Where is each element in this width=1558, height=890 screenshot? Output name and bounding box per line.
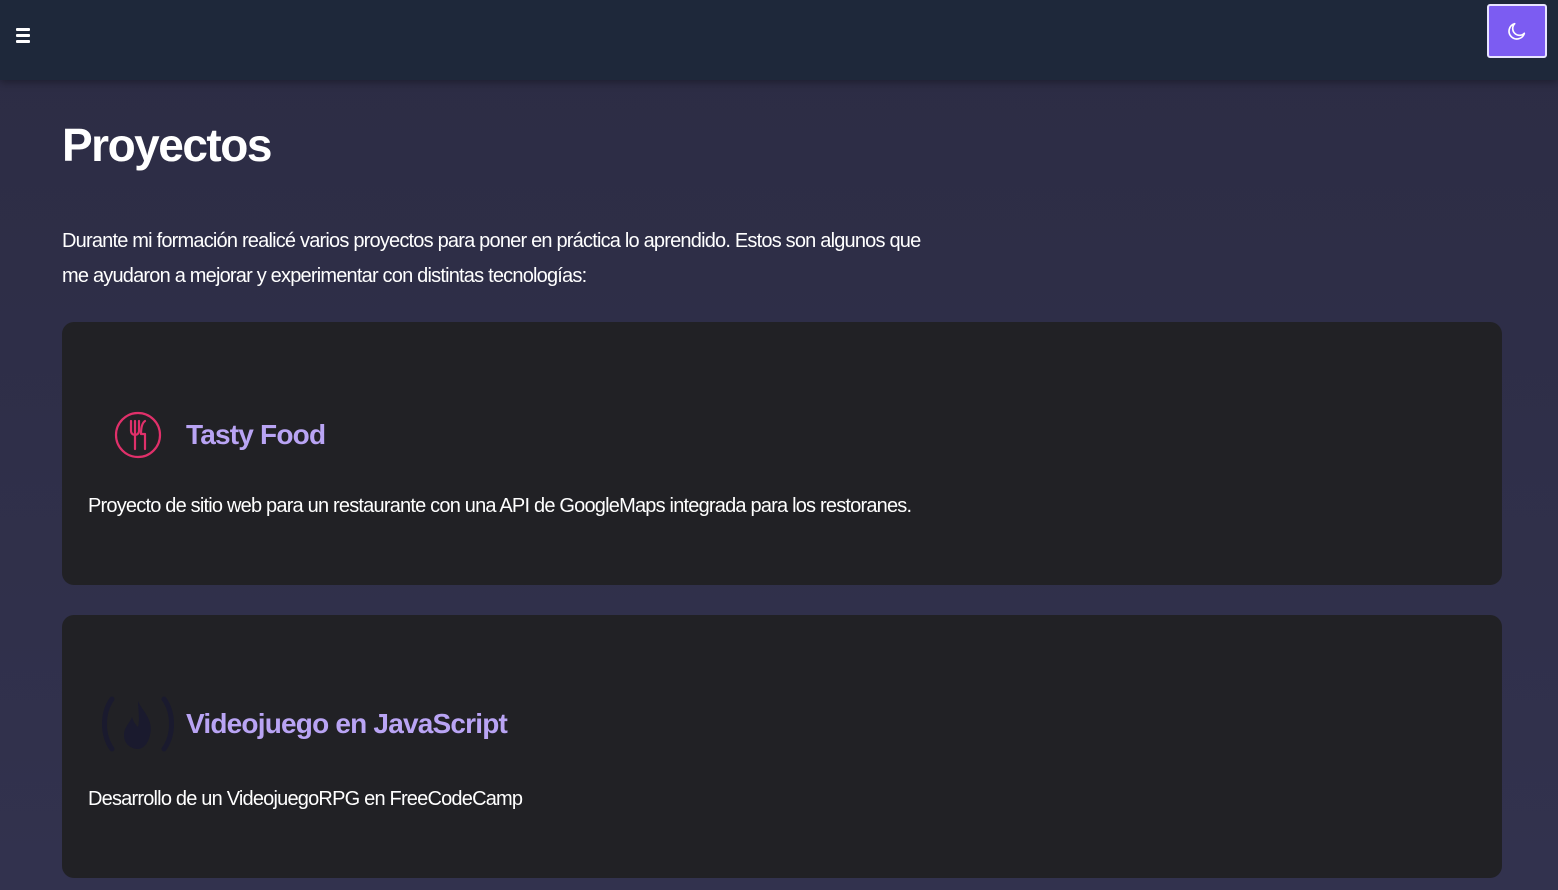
restaurant-icon bbox=[98, 404, 178, 466]
project-card-header: Tasty Food bbox=[98, 404, 326, 466]
project-card-header: Videojuego en JavaScript bbox=[98, 693, 508, 755]
freecodecamp-icon bbox=[98, 693, 178, 755]
project-title: Tasty Food bbox=[186, 419, 326, 450]
page-title: Proyectos bbox=[62, 119, 272, 171]
intro-paragraph: Durante mi formación realicé varios proy… bbox=[62, 230, 921, 287]
project-card-videojuego[interactable]: Videojuego en JavaScript Desarrollo de u… bbox=[62, 615, 1502, 878]
menu-line bbox=[16, 33, 30, 37]
menu-line bbox=[16, 39, 30, 43]
theme-toggle-button[interactable] bbox=[1487, 4, 1547, 58]
menu-line bbox=[16, 27, 30, 31]
top-navbar bbox=[0, 0, 1558, 80]
project-description: Proyecto de sitio web para un restaurant… bbox=[88, 495, 912, 517]
moon-icon bbox=[1508, 22, 1526, 40]
project-title: Videojuego en JavaScript bbox=[186, 708, 508, 739]
hamburger-menu-icon[interactable] bbox=[10, 22, 36, 48]
project-description: Desarrollo de un VideojuegoRPG en FreeCo… bbox=[88, 788, 523, 810]
project-card-tasty-food[interactable]: Tasty Food Proyecto de sitio web para un… bbox=[62, 322, 1502, 585]
